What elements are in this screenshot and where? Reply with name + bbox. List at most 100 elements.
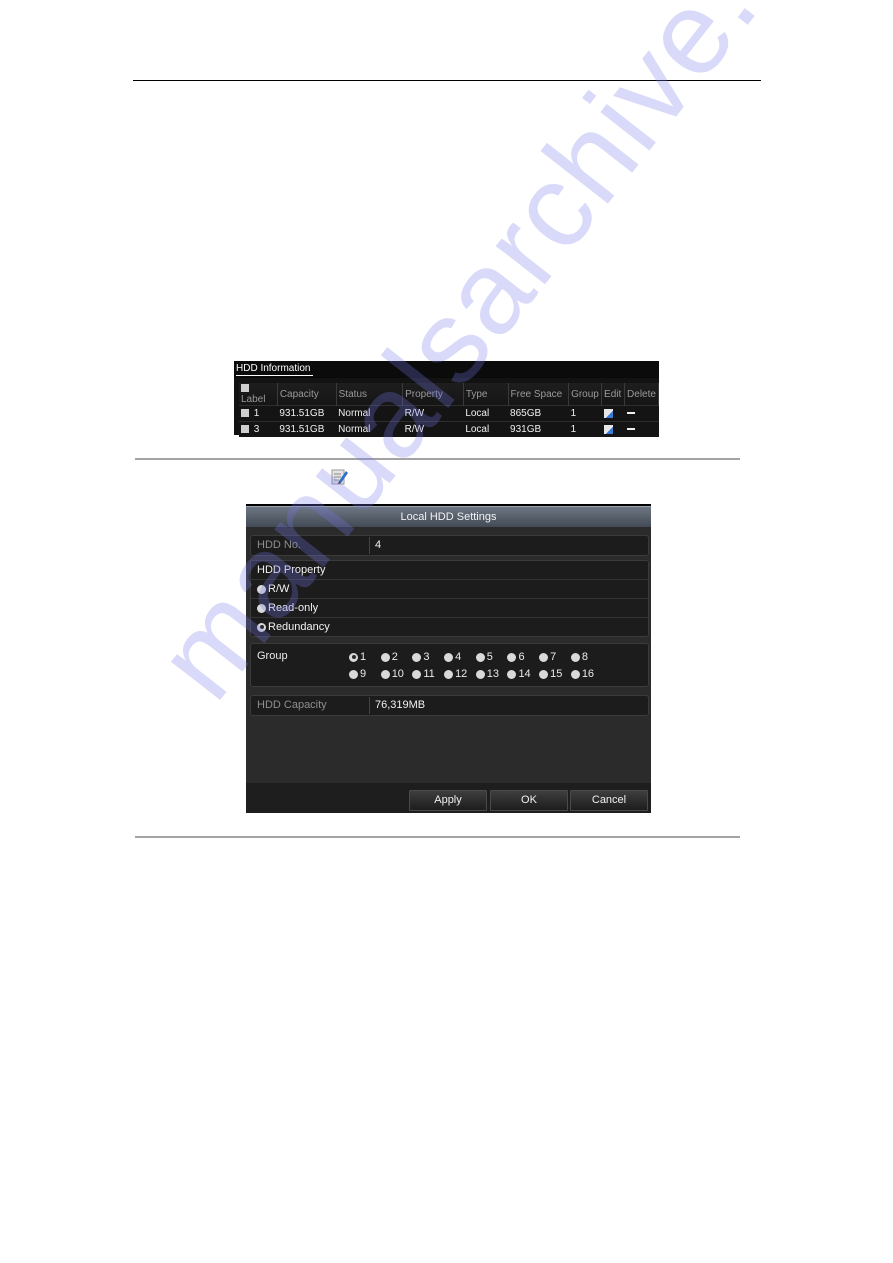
hdd-capacity-value: 76,319MB bbox=[375, 699, 426, 711]
group-option-13[interactable]: 13 bbox=[475, 668, 508, 681]
radio-redundancy-selected[interactable] bbox=[257, 622, 266, 632]
group-radio-9[interactable] bbox=[349, 669, 358, 679]
group-option-12[interactable]: 12 bbox=[444, 668, 476, 681]
cell-label: 1 bbox=[239, 405, 278, 422]
hdd-table-header: Label Capacity Status Property Type Free… bbox=[239, 383, 659, 406]
group-radio-16[interactable] bbox=[570, 669, 580, 679]
cell-edit bbox=[601, 405, 625, 422]
group-radio-8[interactable] bbox=[570, 652, 580, 662]
cell-delete bbox=[624, 421, 659, 437]
group-option-16[interactable]: 16 bbox=[570, 668, 603, 681]
col-delete: Delete bbox=[624, 383, 659, 406]
hdd-table: Label Capacity Status Property Type Free… bbox=[239, 383, 659, 437]
property-option-read-only[interactable]: Read-only bbox=[251, 599, 648, 618]
group-option-label: 4 bbox=[455, 651, 462, 663]
cell-delete bbox=[624, 405, 659, 422]
group-option-2[interactable]: 2 bbox=[380, 651, 413, 664]
group-option-4[interactable]: 4 bbox=[444, 651, 476, 664]
group-radio-2[interactable] bbox=[380, 652, 390, 662]
cell-free-space: 931GB bbox=[508, 421, 569, 437]
group-option-label: 11 bbox=[423, 668, 435, 680]
group-radio-3[interactable] bbox=[412, 652, 422, 662]
cell-type: Local bbox=[463, 421, 509, 437]
cell-property: R/W bbox=[402, 405, 464, 422]
radio-read-only[interactable] bbox=[257, 603, 266, 613]
col-edit: Edit bbox=[601, 383, 626, 406]
group-option-5[interactable]: 5 bbox=[475, 651, 508, 664]
group-option-label: 9 bbox=[360, 668, 367, 680]
col-label[interactable]: Label bbox=[239, 383, 278, 406]
apply-button[interactable]: Apply bbox=[409, 790, 487, 811]
group-label: Group bbox=[257, 650, 288, 662]
group-option-label: 14 bbox=[518, 668, 531, 680]
group-option-label: 6 bbox=[518, 651, 525, 663]
group-radio-7[interactable] bbox=[539, 652, 549, 662]
group-option-label: 7 bbox=[550, 651, 557, 663]
delete-icon[interactable] bbox=[626, 412, 635, 415]
hdd-property-section: HDD Property R/W Read-only Redundancy bbox=[250, 560, 649, 637]
group-radio-10[interactable] bbox=[380, 669, 390, 679]
group-radio-11[interactable] bbox=[412, 669, 422, 679]
row-checkbox[interactable] bbox=[241, 425, 249, 434]
group-radio-14[interactable] bbox=[507, 669, 517, 679]
dialog-footer: Apply OK Cancel bbox=[246, 783, 651, 813]
group-option-1[interactable]: 1 bbox=[349, 651, 381, 664]
table-row[interactable]: 3 931.51GB Normal R/W Local 931GB 1 bbox=[239, 421, 659, 437]
group-option-11[interactable]: 11 bbox=[412, 668, 444, 681]
group-radio-6[interactable] bbox=[507, 652, 517, 662]
cell-status: Normal bbox=[336, 421, 403, 437]
cell-free-space: 865GB bbox=[508, 405, 569, 422]
group-option-label: 8 bbox=[581, 651, 588, 663]
group-radio-4[interactable] bbox=[444, 652, 454, 662]
group-option-label: 12 bbox=[455, 668, 468, 680]
group-option-label: 15 bbox=[550, 668, 563, 680]
cell-property: R/W bbox=[402, 421, 464, 437]
group-radio-15[interactable] bbox=[539, 669, 549, 679]
cell-group: 1 bbox=[568, 405, 602, 422]
col-capacity: Capacity bbox=[277, 383, 337, 406]
property-option-rw[interactable]: R/W bbox=[251, 580, 648, 599]
group-option-15[interactable]: 15 bbox=[539, 668, 571, 681]
col-property: Property bbox=[402, 383, 464, 406]
group-option-label: 5 bbox=[486, 651, 493, 663]
row-checkbox[interactable] bbox=[241, 409, 249, 418]
cell-type: Local bbox=[463, 405, 509, 422]
cell-edit bbox=[601, 421, 625, 437]
property-option-redundancy[interactable]: Redundancy bbox=[251, 618, 648, 636]
edit-icon[interactable] bbox=[603, 408, 613, 418]
select-all-checkbox[interactable] bbox=[241, 384, 249, 393]
field-divider bbox=[369, 537, 370, 554]
group-option-14[interactable]: 14 bbox=[507, 668, 539, 681]
group-radio-5[interactable] bbox=[475, 652, 485, 662]
col-type: Type bbox=[463, 383, 509, 406]
col-status: Status bbox=[336, 383, 404, 406]
group-option-9[interactable]: 9 bbox=[349, 668, 381, 681]
group-option-10[interactable]: 10 bbox=[380, 668, 413, 681]
col-free-space: Free Space bbox=[508, 383, 570, 406]
hdd-information-panel: HDD Information Label Capacity Status Pr… bbox=[234, 361, 659, 437]
group-option-6[interactable]: 6 bbox=[507, 651, 539, 664]
hdd-information-title: HDD Information bbox=[236, 363, 314, 376]
radio-rw[interactable] bbox=[257, 584, 266, 594]
cell-capacity: 931.51GB bbox=[277, 421, 337, 437]
group-radio-1[interactable] bbox=[349, 652, 358, 662]
ok-button[interactable]: OK bbox=[490, 790, 568, 811]
hdd-capacity-field: HDD Capacity 76,319MB bbox=[250, 695, 649, 716]
edit-icon[interactable] bbox=[603, 424, 613, 434]
group-radio-13[interactable] bbox=[475, 669, 485, 679]
edit-icon bbox=[331, 469, 348, 485]
group-option-3[interactable]: 3 bbox=[412, 651, 444, 664]
group-option-label: 2 bbox=[391, 651, 398, 663]
group-option-label: 10 bbox=[391, 668, 404, 680]
group-option-7[interactable]: 7 bbox=[539, 651, 571, 664]
table-row[interactable]: 1 931.51GB Normal R/W Local 865GB 1 bbox=[239, 405, 659, 422]
group-option-label: 1 bbox=[360, 651, 367, 663]
group-radio-12[interactable] bbox=[444, 669, 454, 679]
hdd-no-label: HDD No. bbox=[257, 539, 302, 551]
hdd-property-label: HDD Property bbox=[251, 561, 648, 580]
delete-icon[interactable] bbox=[626, 428, 635, 431]
group-section: Group 1 2 3 4 5 6 7 8 9 10 11 12 13 14 15 16 bbox=[250, 643, 649, 687]
group-option-8[interactable]: 8 bbox=[570, 651, 603, 664]
cancel-button[interactable]: Cancel bbox=[570, 790, 648, 811]
local-hdd-settings-dialog: Local HDD Settings HDD No. 4 HDD Propert… bbox=[246, 504, 651, 813]
